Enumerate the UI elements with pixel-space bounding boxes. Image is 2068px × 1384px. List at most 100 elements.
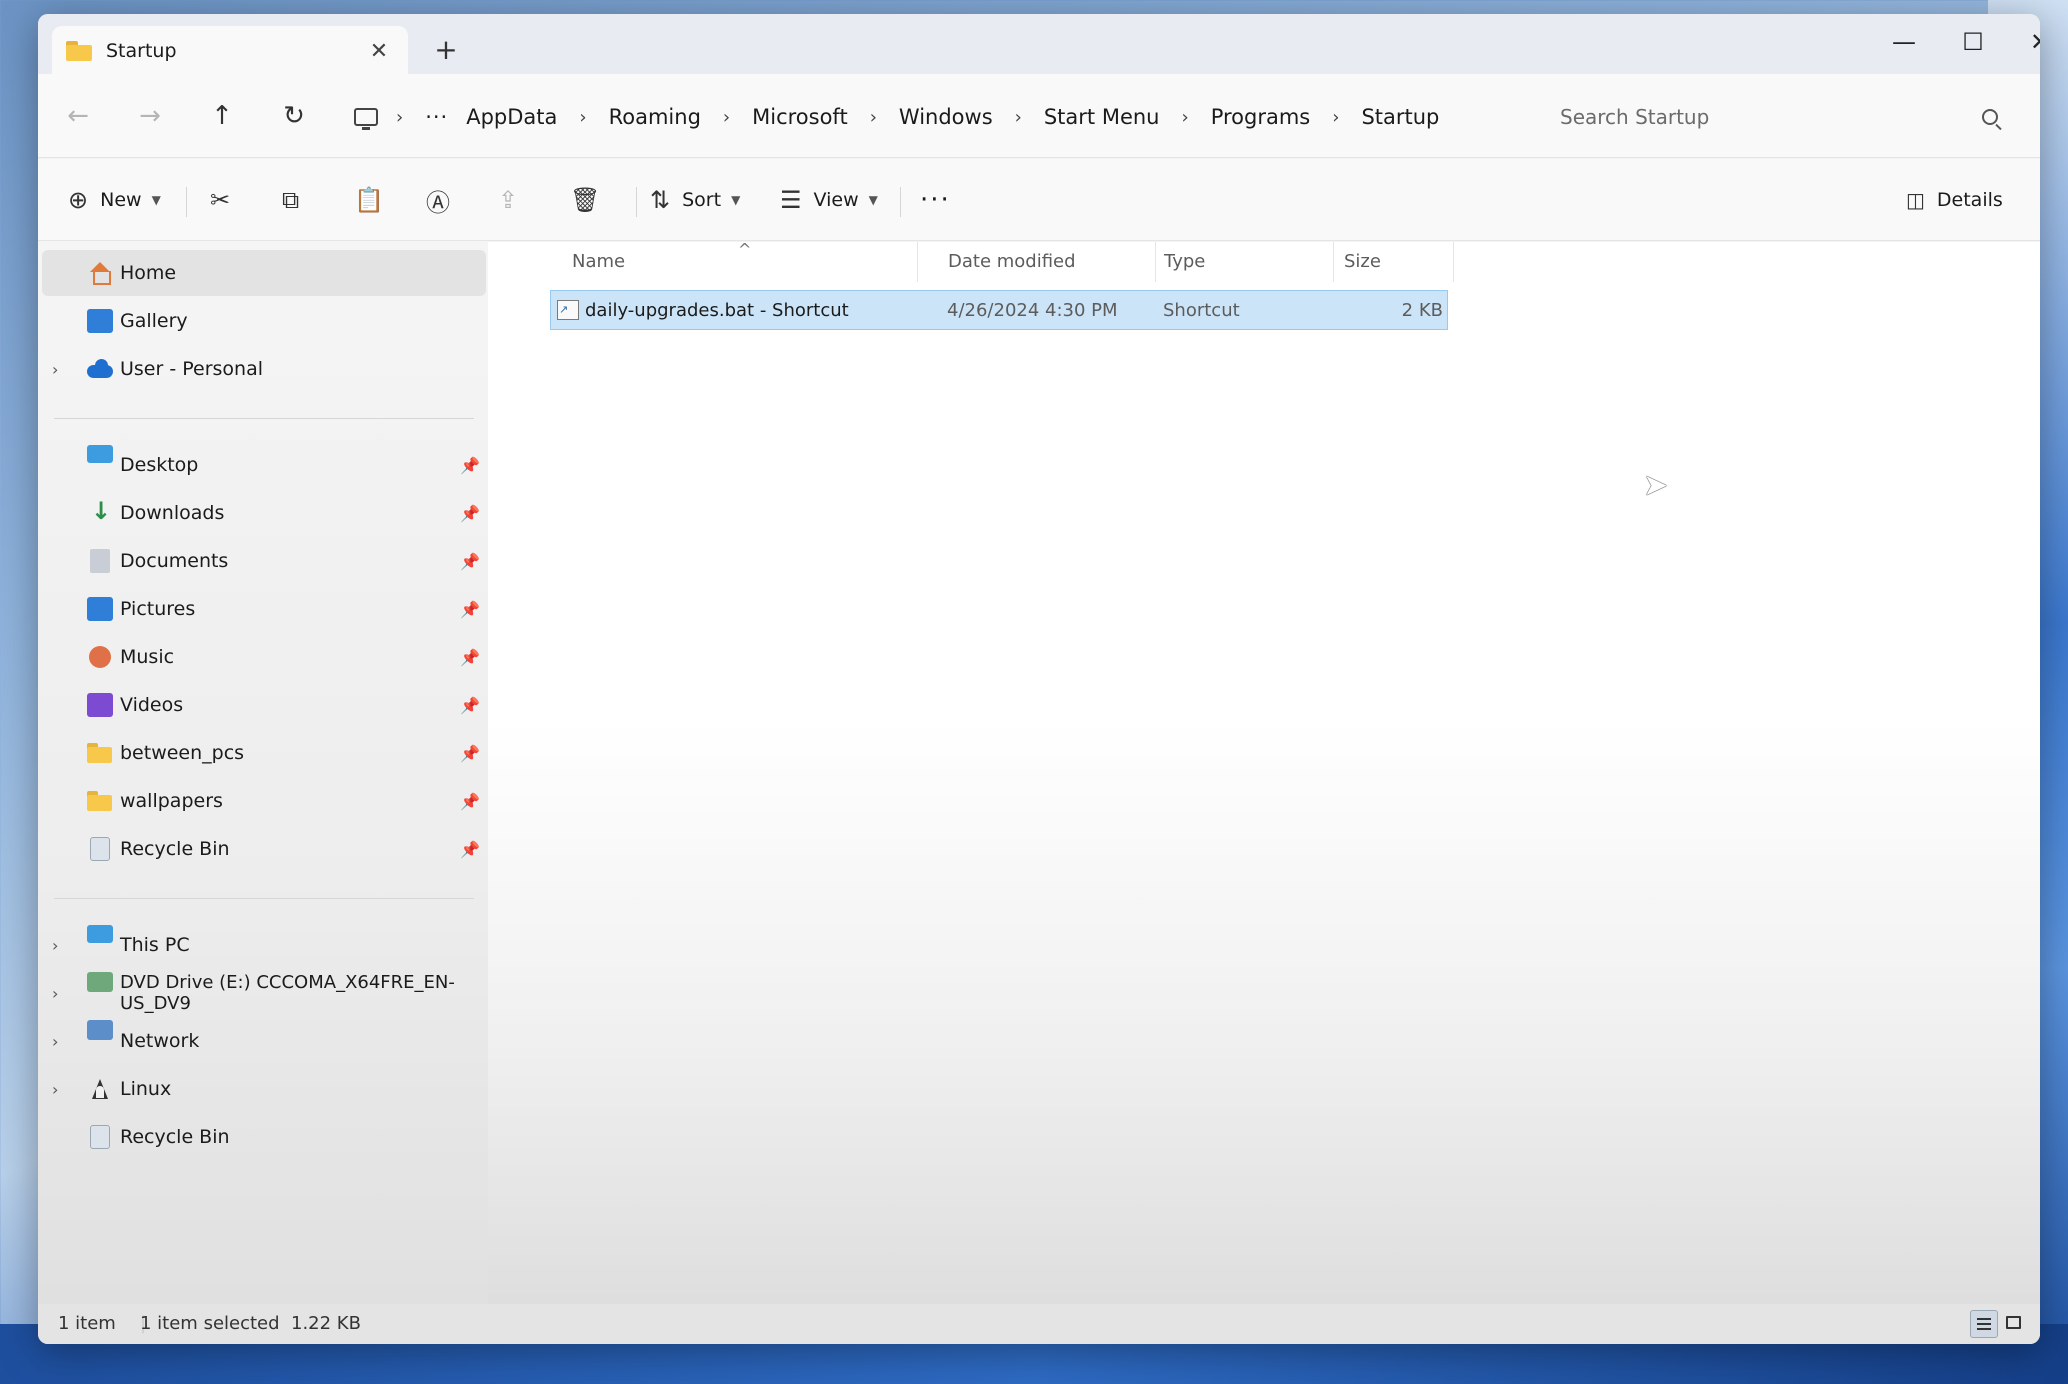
details-pane-icon: ◫ — [1906, 188, 1925, 212]
file-type: Shortcut — [1163, 300, 1240, 321]
sidebar-item-desktop[interactable]: Desktop 📌 — [38, 442, 484, 488]
sidebar-item-label: Network — [120, 1030, 200, 1052]
new-tab-button[interactable]: + — [428, 32, 464, 68]
computer-icon[interactable] — [354, 108, 378, 130]
breadcrumb-item-programs[interactable]: Programs — [1211, 105, 1311, 129]
chevron-right-icon[interactable]: › — [52, 1080, 58, 1099]
documents-icon — [90, 549, 110, 573]
details-view-button[interactable] — [1970, 1310, 1998, 1338]
delete-button[interactable]: 🗑 — [570, 177, 612, 223]
sidebar-item-downloads[interactable]: Downloads 📌 — [38, 490, 484, 536]
close-tab-icon[interactable]: ✕ — [364, 39, 394, 64]
sidebar-item-this-pc[interactable]: › This PC — [38, 922, 484, 968]
refresh-button[interactable]: ↻ — [272, 94, 316, 138]
share-button[interactable]: ⇪ — [498, 177, 530, 223]
tab-startup[interactable]: Startup ✕ — [52, 26, 408, 76]
address-row: ← → ↑ ↻ › ··· AppData › Roaming › Micros… — [38, 74, 2040, 158]
close-button[interactable]: ✕ — [2010, 22, 2040, 62]
breadcrumb-separator[interactable]: › — [396, 107, 403, 128]
sidebar-item-between-pcs[interactable]: between_pcs 📌 — [38, 730, 484, 776]
sidebar-item-label: Downloads — [120, 502, 225, 524]
breadcrumb-item-startup[interactable]: Startup — [1361, 105, 1439, 129]
sort-button[interactable]: ⇅ Sort ▼ — [650, 177, 740, 223]
sidebar-item-gallery[interactable]: Gallery — [38, 298, 484, 344]
view-button[interactable]: ☰ View ▼ — [780, 177, 878, 223]
sidebar-item-recycle-bin-pinned[interactable]: Recycle Bin 📌 — [38, 826, 484, 872]
breadcrumb-separator[interactable]: › — [1181, 107, 1188, 128]
breadcrumb-separator[interactable]: › — [579, 107, 586, 128]
sidebar-item-wallpapers[interactable]: wallpapers 📌 — [38, 778, 484, 824]
column-header-label: Name — [572, 251, 626, 272]
breadcrumb-more[interactable]: ··· — [425, 105, 448, 129]
title-bar: Startup ✕ + — ☐ ✕ — [38, 14, 2040, 76]
cut-button[interactable]: ✂ — [210, 177, 242, 223]
copy-button[interactable]: ⧉ — [282, 177, 311, 223]
sidebar-item-music[interactable]: Music 📌 — [38, 634, 484, 680]
sidebar-item-linux[interactable]: › Linux — [38, 1066, 484, 1112]
sidebar-item-label: Music — [120, 646, 175, 668]
details-button[interactable]: ◫ Details — [1906, 177, 2003, 223]
breadcrumb-separator[interactable]: › — [870, 107, 877, 128]
file-size: 2 KB — [1401, 300, 1443, 321]
sidebar-item-videos[interactable]: Videos 📌 — [38, 682, 484, 728]
column-header-type[interactable]: Type — [1154, 242, 1334, 282]
paste-button[interactable]: 📋 — [354, 177, 396, 223]
breadcrumb-item-microsoft[interactable]: Microsoft — [752, 105, 848, 129]
sidebar-item-label: User - Personal — [120, 358, 264, 380]
plus-circle-icon: ⊕ — [68, 186, 89, 214]
search-input[interactable] — [1560, 105, 1982, 129]
maximize-button[interactable]: ☐ — [1943, 22, 2003, 62]
chevron-right-icon[interactable]: › — [52, 984, 58, 1003]
copy-icon: ⧉ — [282, 186, 300, 214]
sort-ascending-icon: ^ — [738, 240, 752, 259]
pin-icon: 📌 — [460, 551, 480, 571]
pin-icon: 📌 — [460, 599, 480, 619]
sidebar-item-documents[interactable]: Documents 📌 — [38, 538, 484, 584]
rename-icon: Ⓐ — [426, 188, 450, 217]
forward-button[interactable]: → — [128, 94, 172, 138]
column-header-size[interactable]: Size — [1334, 242, 1454, 282]
breadcrumb-separator[interactable]: › — [1332, 107, 1339, 128]
new-button[interactable]: ⊕ New ▼ — [68, 177, 161, 223]
sidebar-item-dvd-drive[interactable]: › DVD Drive (E:) CCCOMA_X64FRE_EN-US_DV9 — [38, 970, 484, 1016]
chevron-right-icon[interactable]: › — [52, 360, 58, 379]
tab-title: Startup — [106, 40, 177, 62]
pin-icon: 📌 — [460, 743, 480, 763]
sidebar-item-label: Gallery — [120, 310, 188, 332]
breadcrumb-item-start-menu[interactable]: Start Menu — [1044, 105, 1160, 129]
sidebar-item-label: Home — [120, 262, 177, 284]
breadcrumb-item-windows[interactable]: Windows — [899, 105, 993, 129]
more-options-button[interactable]: ··· — [920, 177, 951, 223]
file-name: daily-upgrades.bat - Shortcut — [585, 300, 849, 321]
sidebar-item-network[interactable]: › Network — [38, 1018, 484, 1064]
divider — [636, 187, 637, 217]
sidebar-item-user-personal[interactable]: › User - Personal — [38, 346, 484, 392]
dvd-drive-icon — [87, 972, 113, 992]
table-row[interactable]: daily-upgrades.bat - Shortcut 4/26/2024 … — [550, 290, 1448, 330]
breadcrumb-item-appdata[interactable]: AppData — [466, 105, 557, 129]
column-header-name[interactable]: Name ^ — [562, 240, 918, 282]
desktop-icon — [87, 445, 113, 463]
recycle-bin-icon — [90, 837, 110, 861]
sidebar-item-recycle-bin[interactable]: Recycle Bin — [38, 1114, 484, 1160]
sidebar-item-home[interactable]: Home — [42, 250, 486, 296]
tiles-view-button[interactable] — [2000, 1310, 2028, 1338]
search-box[interactable] — [1538, 92, 2020, 142]
breadcrumb-separator[interactable]: › — [1015, 107, 1022, 128]
column-header-date-modified[interactable]: Date modified — [938, 242, 1156, 282]
sidebar-item-pictures[interactable]: Pictures 📌 — [38, 586, 484, 632]
divider — [54, 898, 474, 899]
divider — [186, 187, 187, 217]
minimize-button[interactable]: — — [1874, 22, 1934, 62]
search-icon[interactable] — [1982, 109, 1998, 125]
back-button[interactable]: ← — [56, 94, 100, 138]
breadcrumb-item-roaming[interactable]: Roaming — [609, 105, 701, 129]
chevron-right-icon[interactable]: › — [52, 1032, 58, 1051]
breadcrumb[interactable]: › ··· AppData › Roaming › Microsoft › Wi… — [340, 92, 1538, 142]
breadcrumb-separator[interactable]: › — [723, 107, 730, 128]
chevron-right-icon[interactable]: › — [52, 936, 58, 955]
network-icon — [87, 1020, 113, 1040]
up-button[interactable]: ↑ — [200, 94, 244, 138]
rename-button[interactable]: Ⓐ — [426, 177, 462, 223]
cloud-icon — [87, 357, 113, 381]
